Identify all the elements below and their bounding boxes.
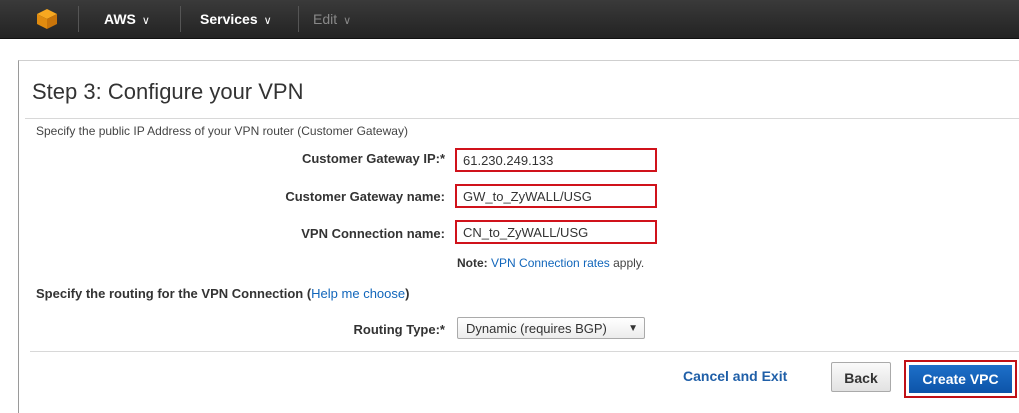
routing-type-value: Dynamic (requires BGP) [466, 321, 607, 336]
aws-menu-label: AWS [104, 11, 136, 27]
vpn-rates-link[interactable]: VPN Connection rates [491, 256, 610, 270]
routing-type-select[interactable]: Dynamic (requires BGP) ▼ [457, 317, 645, 339]
services-menu[interactable]: Services ∨ [200, 0, 272, 38]
note-prefix: Note: [457, 256, 488, 270]
edit-menu-label: Edit [313, 11, 338, 27]
routing-heading-text: Specify the routing for the VPN Connecti… [36, 286, 312, 301]
chevron-down-icon: ∨ [263, 15, 272, 27]
nav-separator [298, 6, 299, 32]
chevron-down-icon: ∨ [343, 15, 352, 27]
edit-menu[interactable]: Edit ∨ [313, 0, 351, 38]
gateway-ip-input[interactable] [455, 148, 657, 172]
vpn-connection-name-input[interactable] [455, 220, 657, 244]
divider [30, 351, 1019, 352]
help-me-choose-link[interactable]: Help me choose [311, 286, 405, 301]
gateway-description: Specify the public IP Address of your VP… [36, 124, 408, 138]
pricing-note: Note: VPN Connection rates apply. [457, 256, 644, 270]
nav-separator [180, 6, 181, 32]
routing-heading: Specify the routing for the VPN Connecti… [36, 286, 409, 301]
top-nav-bar: AWS ∨ Services ∨ Edit ∨ [0, 0, 1019, 39]
note-suffix: apply. [613, 256, 645, 270]
chevron-down-icon: ∨ [141, 15, 150, 27]
routing-heading-close: ) [405, 286, 410, 301]
gateway-ip-label: Customer Gateway IP:* [301, 151, 445, 166]
dropdown-arrow-icon: ▼ [628, 323, 638, 334]
gateway-name-input[interactable] [455, 184, 657, 208]
page-title: Step 3: Configure your VPN [32, 79, 304, 104]
nav-separator [78, 6, 79, 32]
create-vpc-label: Create VPC [909, 365, 1012, 393]
vpn-connection-name-label: VPN Connection name: [301, 226, 445, 241]
aws-cube-icon[interactable] [36, 8, 58, 30]
aws-menu[interactable]: AWS ∨ [104, 0, 150, 38]
gateway-name-label: Customer Gateway name: [285, 189, 445, 204]
back-button[interactable]: Back [831, 362, 891, 392]
create-vpc-button[interactable]: Create VPC [904, 360, 1017, 398]
services-menu-label: Services [200, 11, 258, 27]
routing-type-label: Routing Type:* [353, 322, 445, 337]
cancel-and-exit-button[interactable]: Cancel and Exit [683, 368, 787, 384]
